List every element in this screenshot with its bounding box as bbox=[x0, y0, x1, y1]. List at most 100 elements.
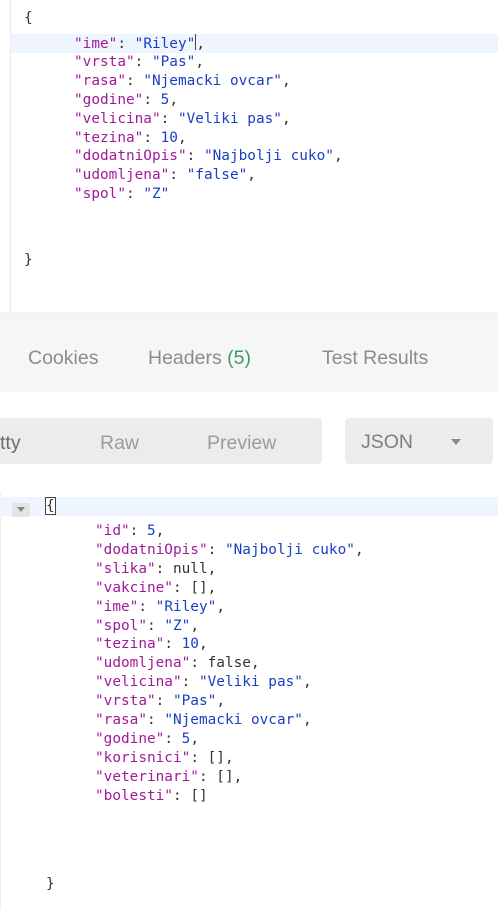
json-entry: "velicina": "Veliki pas", bbox=[74, 110, 291, 127]
json-entry-line: "spol": "Z", bbox=[0, 617, 498, 636]
json-key: "rasa" bbox=[74, 72, 126, 89]
json-key: "vrsta" bbox=[95, 693, 156, 710]
json-key: "godine" bbox=[95, 730, 165, 747]
json-entry-line: "korisnici": [], bbox=[0, 749, 498, 768]
json-key: "vakcine" bbox=[95, 579, 173, 596]
json-entry-line: "rasa": "Njemacki ovcar", bbox=[11, 72, 498, 91]
preview-button[interactable]: Preview bbox=[207, 432, 276, 455]
json-entry-line: "godine": 5, bbox=[11, 91, 498, 110]
json-value: "Najbolji cuko" bbox=[224, 541, 355, 558]
json-value: 5 bbox=[146, 523, 156, 539]
json-key: "godine" bbox=[74, 91, 144, 108]
json-entry: "veterinari": [], bbox=[95, 768, 243, 785]
json-value: [] bbox=[207, 749, 225, 766]
json-entry-line: "dodatniOpis": "Najbolji cuko", bbox=[11, 147, 498, 166]
json-value: "Njemacki ovcar" bbox=[143, 72, 282, 89]
json-key: "tezina" bbox=[74, 129, 144, 146]
raw-button[interactable]: Raw bbox=[100, 432, 139, 455]
json-value: 10 bbox=[160, 129, 178, 146]
json-key: "spol" bbox=[74, 186, 126, 203]
json-entry-line: "bolesti": [] bbox=[0, 787, 498, 806]
json-value: null bbox=[172, 560, 208, 577]
request-body-editor[interactable]: { "ime": "Riley", "vrsta": "Pas", "rasa": … bbox=[10, 0, 498, 312]
json-entry: "velicina": "Veliki pas", bbox=[95, 674, 312, 691]
json-comma: , bbox=[302, 674, 312, 691]
json-comma: , bbox=[281, 72, 291, 89]
json-key: "id" bbox=[95, 523, 130, 539]
json-entry-line: "dodatniOpis": "Najbolji cuko", bbox=[0, 541, 498, 560]
json-key: "ime" bbox=[74, 36, 118, 52]
json-entry: "godine": 5, bbox=[74, 91, 178, 108]
json-entry: "godine": 5, bbox=[95, 730, 199, 747]
json-entry: "tezina": 10, bbox=[74, 129, 187, 146]
format-toolbar: tty Raw Preview JSON bbox=[0, 392, 498, 492]
tab-headers[interactable]: Headers (5) bbox=[148, 347, 251, 370]
json-comma: , bbox=[302, 712, 312, 728]
json-entry-line: "tezina": 10, bbox=[11, 129, 498, 148]
json-entry: "rasa": "Njemacki ovcar", bbox=[95, 712, 312, 728]
json-comma: , bbox=[250, 655, 260, 672]
json-key: "udomljena" bbox=[95, 655, 191, 672]
json-key: "udomljena" bbox=[74, 167, 170, 184]
format-select[interactable]: JSON bbox=[345, 418, 493, 464]
json-key: "korisnici" bbox=[95, 749, 191, 766]
json-entry: "korisnici": [], bbox=[95, 749, 234, 766]
json-entry: "id": 5, bbox=[95, 523, 165, 539]
json-entry-line: "vrsta": "Pas", bbox=[11, 53, 498, 72]
json-entry: "ime": "Riley", bbox=[74, 34, 205, 52]
fold-arrow-icon bbox=[17, 507, 25, 512]
json-key: "tezina" bbox=[95, 636, 165, 653]
json-entry-line: "ime": "Riley", bbox=[11, 34, 498, 53]
json-entry: "spol": "Z", bbox=[95, 617, 199, 634]
open-brace: { bbox=[24, 10, 33, 26]
json-comma: , bbox=[198, 636, 208, 653]
json-comma: , bbox=[207, 560, 217, 577]
tab-test-results[interactable]: Test Results bbox=[322, 347, 428, 370]
json-value: "Veliki pas" bbox=[177, 110, 282, 127]
json-comma: , bbox=[207, 579, 217, 596]
tab-headers-label: Headers bbox=[148, 347, 222, 369]
json-value: "Z" bbox=[164, 617, 191, 634]
json-entry: "rasa": "Njemacki ovcar", bbox=[74, 72, 291, 89]
json-comma: , bbox=[354, 541, 364, 558]
pretty-button[interactable]: tty bbox=[0, 432, 21, 455]
fold-toggle[interactable] bbox=[12, 503, 30, 517]
json-entry: "vakcine": [], bbox=[95, 579, 217, 596]
json-value: "Njemacki ovcar" bbox=[164, 712, 303, 728]
chevron-down-icon bbox=[451, 439, 461, 445]
json-value: false bbox=[207, 655, 251, 672]
json-entry-line: "ime": "Riley", bbox=[0, 598, 498, 617]
json-comma: , bbox=[216, 693, 225, 710]
json-entry-line: "veterinari": [], bbox=[0, 768, 498, 787]
json-value: 5 bbox=[160, 91, 170, 108]
json-comma: , bbox=[233, 768, 243, 785]
code-line: } bbox=[11, 251, 498, 270]
json-value: "Z" bbox=[143, 186, 170, 203]
json-key: "rasa" bbox=[95, 712, 147, 728]
json-value: [] bbox=[190, 787, 208, 804]
json-value: [] bbox=[190, 579, 208, 596]
json-value: [] bbox=[216, 768, 234, 785]
json-key: "spol" bbox=[95, 617, 147, 634]
json-entry: "ime": "Riley", bbox=[95, 598, 225, 615]
json-entry: "vrsta": "Pas", bbox=[74, 53, 204, 70]
json-comma: , bbox=[216, 598, 225, 615]
response-body-viewer[interactable]: { "id": 5, "dodatniOpis": "Najbolji cuko"… bbox=[0, 492, 498, 909]
json-value: "Pas" bbox=[151, 53, 196, 70]
json-key: "ime" bbox=[95, 598, 139, 615]
json-comma: , bbox=[177, 129, 187, 146]
json-comma: , bbox=[247, 167, 256, 184]
json-entry: "bolesti": [] bbox=[95, 787, 208, 804]
json-key: "velicina" bbox=[95, 674, 182, 691]
json-value: "false" bbox=[186, 167, 248, 184]
json-comma: , bbox=[155, 523, 165, 539]
json-key: "velicina" bbox=[74, 110, 161, 127]
json-entry-line: "velicina": "Veliki pas", bbox=[0, 673, 498, 692]
json-value: "Najbolji cuko" bbox=[203, 148, 334, 165]
json-comma: , bbox=[190, 730, 199, 747]
tab-cookies[interactable]: Cookies bbox=[28, 347, 98, 370]
json-entry-line: "slika": null, bbox=[0, 560, 498, 579]
code-line: } bbox=[0, 875, 498, 894]
json-value: "Pas" bbox=[172, 693, 217, 710]
section-divider bbox=[0, 312, 498, 320]
